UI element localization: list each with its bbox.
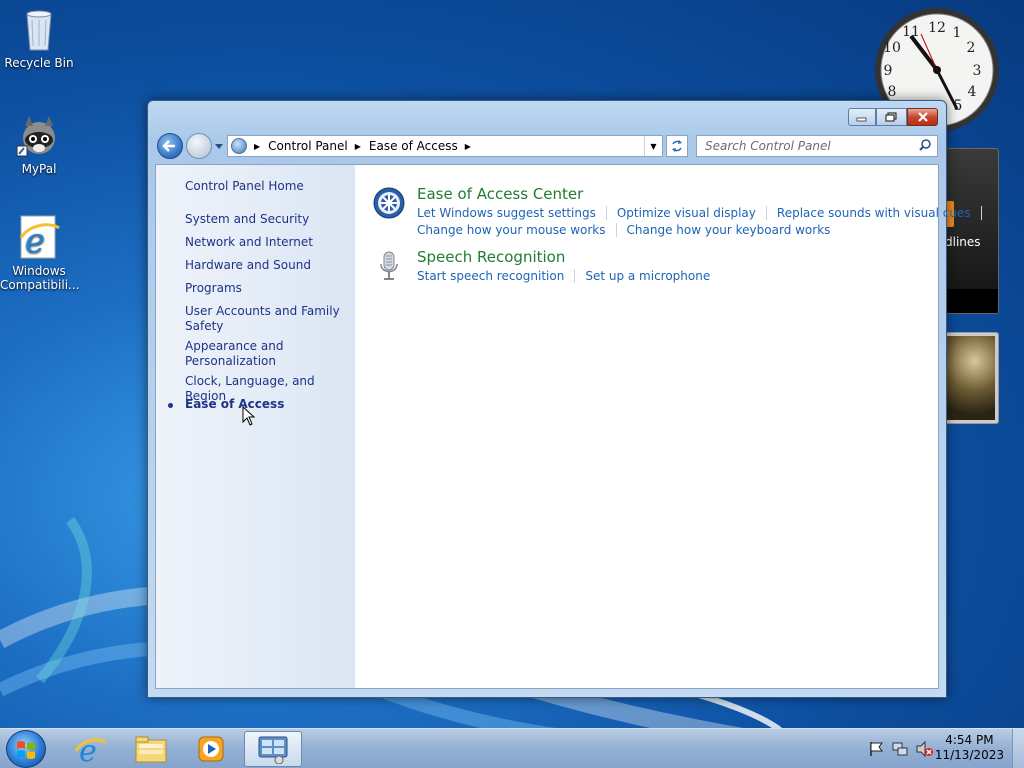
nav-user-accounts[interactable]: User Accounts and Family Safety (185, 304, 345, 334)
address-bar[interactable]: ▶ Control Panel ▶ Ease of Access ▶ ▼ (227, 135, 663, 157)
minimize-button[interactable] (848, 108, 876, 126)
category-title[interactable]: Ease of Access Center (417, 185, 583, 203)
desktop-icon-label: Recycle Bin (4, 56, 74, 70)
raccoon-icon (15, 112, 63, 160)
explorer-folder-icon (135, 736, 167, 763)
svg-text:4: 4 (968, 84, 977, 100)
task-link[interactable]: Start speech recognition (417, 269, 564, 283)
mouse-pointer-icon (242, 406, 256, 426)
content-area: Control Panel Home System and Security N… (155, 164, 982, 689)
svg-text:8: 8 (888, 84, 897, 100)
clock-date: 11/13/2023 (934, 748, 1004, 762)
svg-text:10: 10 (883, 40, 901, 56)
svg-text:2: 2 (967, 40, 976, 56)
system-tray (868, 741, 934, 757)
taskbar-media-player[interactable] (182, 731, 240, 767)
task-link[interactable]: Set up a microphone (585, 269, 710, 283)
network-icon[interactable] (892, 741, 908, 757)
task-row: Start speech recognition Set up a microp… (417, 269, 710, 283)
search-icon[interactable] (919, 139, 931, 151)
desktop-icon-windows-compatibility[interactable]: e Windows Compatibili... (0, 214, 80, 292)
task-row: Change how your mouse works Change how y… (417, 223, 830, 237)
navigation-bar: ▶ Control Panel ▶ Ease of Access ▶ ▼ Sea… (156, 132, 938, 160)
svg-text:3: 3 (973, 63, 982, 79)
refresh-icon (672, 140, 682, 152)
restore-icon (884, 112, 897, 122)
back-arrow-icon (162, 140, 175, 152)
taskbar-clock[interactable]: 4:54 PM 11/13/2023 (935, 733, 1004, 763)
close-icon (917, 112, 928, 122)
control-panel-small-icon (231, 138, 247, 154)
task-link[interactable]: Change how your mouse works (417, 223, 606, 237)
svg-text:12: 12 (928, 20, 946, 36)
nav-network-and-internet[interactable]: Network and Internet (185, 235, 345, 250)
windows-logo-icon (17, 741, 35, 759)
action-center-flag-icon[interactable] (868, 741, 884, 757)
control-panel-icon (258, 736, 288, 764)
recycle-bin-icon (15, 6, 63, 54)
clock-time: 4:54 PM (945, 733, 994, 747)
address-history-dropdown[interactable]: ▼ (644, 136, 662, 156)
ie-icon: e (15, 214, 63, 262)
slideshow-gadget[interactable] (940, 332, 999, 424)
main-pane: Ease of Access Center Let Windows sugges… (355, 165, 982, 688)
microphone-icon[interactable] (373, 250, 405, 282)
internet-explorer-icon: e (74, 734, 106, 765)
breadcrumb-separator-icon[interactable]: ▶ (465, 142, 471, 151)
chevron-down-icon: ▼ (650, 141, 657, 151)
svg-text:1: 1 (953, 25, 962, 41)
taskbar-control-panel[interactable] (244, 731, 302, 767)
show-desktop-button[interactable] (1012, 729, 1024, 768)
nav-appearance[interactable]: Appearance and Personalization (185, 339, 345, 369)
task-row: Let Windows suggest settings Optimize vi… (417, 206, 992, 220)
breadcrumb-separator-icon[interactable]: ▶ (355, 142, 361, 151)
task-link[interactable]: Let Windows suggest settings (417, 206, 596, 220)
selected-bullet-icon (168, 403, 173, 408)
desktop-icon-recycle-bin[interactable]: Recycle Bin (0, 6, 78, 70)
ease-of-access-icon[interactable] (373, 187, 405, 219)
start-button[interactable] (6, 730, 46, 768)
svg-text:9: 9 (884, 63, 893, 79)
refresh-button[interactable] (666, 135, 688, 157)
category-title[interactable]: Speech Recognition (417, 248, 565, 266)
control-panel-window[interactable]: ▶ Control Panel ▶ Ease of Access ▶ ▼ Sea… (147, 100, 982, 698)
search-input[interactable]: Search Control Panel (696, 135, 938, 157)
task-link[interactable]: Change how your keyboard works (627, 223, 831, 237)
back-button[interactable] (157, 133, 183, 159)
left-navigation-pane: Control Panel Home System and Security N… (156, 165, 355, 688)
close-button[interactable] (907, 108, 938, 126)
task-link[interactable]: Replace sounds with visual cues (777, 206, 971, 220)
volume-muted-icon[interactable] (916, 741, 934, 757)
gadget-headlines-label: dlines (945, 235, 981, 249)
desktop-icon-label: Windows Compatibili... (0, 264, 80, 292)
maximize-button[interactable] (876, 108, 907, 126)
breadcrumb-separator-icon[interactable]: ▶ (254, 142, 260, 151)
media-player-icon (198, 736, 224, 762)
search-placeholder: Search Control Panel (705, 139, 831, 153)
nav-system-and-security[interactable]: System and Security (185, 212, 345, 227)
headlines-gadget[interactable]: dlines (940, 148, 999, 314)
forward-button[interactable] (186, 133, 212, 159)
minimize-icon (856, 117, 867, 122)
nav-control-panel-home[interactable]: Control Panel Home (185, 179, 345, 194)
desktop-icon-mypal[interactable]: MyPal (0, 112, 78, 176)
recent-pages-dropdown-icon[interactable] (214, 141, 224, 151)
taskbar: e 4:54 PM 11/13/2023 (0, 728, 1024, 768)
nav-ease-of-access[interactable]: Ease of Access (185, 397, 345, 412)
task-link[interactable]: Optimize visual display (617, 206, 756, 220)
desktop-icon-label: MyPal (21, 162, 57, 176)
breadcrumb-control-panel[interactable]: Control Panel (268, 139, 348, 153)
nav-programs[interactable]: Programs (185, 281, 345, 296)
taskbar-internet-explorer[interactable]: e (61, 731, 119, 767)
breadcrumb-ease-of-access[interactable]: Ease of Access (369, 139, 458, 153)
taskbar-windows-explorer[interactable] (122, 731, 180, 767)
window-caption-buttons (848, 108, 938, 126)
nav-hardware-and-sound[interactable]: Hardware and Sound (185, 258, 345, 273)
